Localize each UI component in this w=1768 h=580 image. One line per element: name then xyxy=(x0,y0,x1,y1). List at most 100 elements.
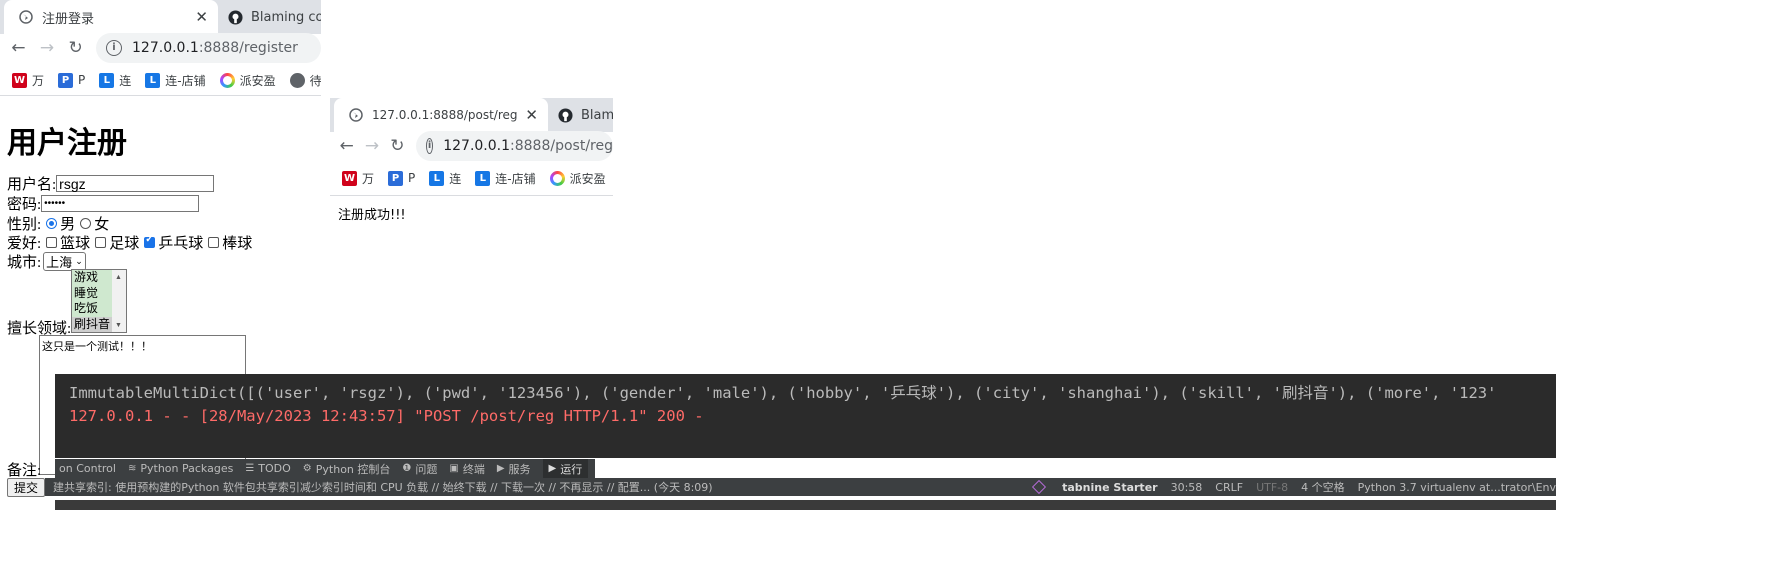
username-input[interactable]: rsgz xyxy=(56,175,215,192)
bookmark-globe-icon xyxy=(289,72,305,88)
hobby-pingpong-checkbox[interactable] xyxy=(144,234,156,248)
status-interpreter[interactable]: Python 3.7 virtualenv at...trator\Env xyxy=(1358,481,1556,494)
layers-icon: ≋ xyxy=(127,463,137,474)
status-position[interactable]: 30:58 xyxy=(1171,481,1203,494)
browser-window-result: 127.0.0.1:8888/post/reg ✕ Blamin ← → ↻ i… xyxy=(330,98,613,198)
bookmark-item[interactable]: L 连-店铺 xyxy=(145,72,206,89)
services-icon: ▶ xyxy=(496,463,505,474)
status-indent[interactable]: 4 个空格 xyxy=(1301,479,1345,495)
bookmark-ring-icon xyxy=(549,170,565,186)
bookmark-l-icon: L xyxy=(475,170,491,186)
scroll-up-icon[interactable]: ▲ xyxy=(115,273,122,281)
bookmark-item[interactable]: W万 xyxy=(12,72,44,89)
status-right: tabnine Starter 30:58 CRLF UTF-8 4 个空格 P… xyxy=(1008,479,1556,495)
terminal-icon: ▣ xyxy=(449,463,459,474)
tool-services[interactable]: ▶ 服务 xyxy=(497,461,531,477)
bookmark-item[interactable]: L连 xyxy=(429,170,461,187)
github-icon xyxy=(558,107,573,123)
bookmark-item[interactable]: 待 xyxy=(289,72,321,89)
tab-title: Blamin xyxy=(581,107,613,123)
skill-listbox[interactable]: 游戏 睡觉 吃饭 刷抖音 ▲ ▼ xyxy=(71,269,127,333)
bookmark-item[interactable]: 派安盈 xyxy=(219,72,276,89)
bookmark-item[interactable]: W万 xyxy=(342,170,374,187)
hobby-basketball-checkbox[interactable] xyxy=(46,237,58,248)
browser-window-register: 注册登录 ✕ Blaming code ← → ↻ i 127.0.0.1:88… xyxy=(0,0,322,96)
info-icon[interactable]: i xyxy=(425,138,434,154)
submit-button[interactable]: 提交 xyxy=(7,478,45,497)
back-icon[interactable]: ← xyxy=(4,38,33,58)
tool-run[interactable]: ▶ 运行 xyxy=(542,459,589,478)
bookmarks-bar: W万 PP L连 L 连-店铺 派安盈 xyxy=(342,165,613,191)
notes-row: 备注: xyxy=(7,459,41,480)
run-icon: ▶ xyxy=(548,463,557,474)
skill-option[interactable]: 睡觉 xyxy=(72,285,112,301)
list-icon: ☰ xyxy=(245,463,255,474)
tab-title: 注册登录 xyxy=(42,11,95,27)
hobby-pingpong-label: 乒乓球 xyxy=(158,236,204,252)
tool-python-console[interactable]: ⚙ Python 控制台 xyxy=(303,461,391,477)
bookmark-w-icon: W xyxy=(342,170,357,186)
hobby-football-label: 足球 xyxy=(109,236,140,252)
github-icon xyxy=(228,9,243,25)
skill-option[interactable]: 游戏 xyxy=(72,270,112,286)
gender-male-radio[interactable] xyxy=(46,218,58,229)
skill-option[interactable]: 刷抖音 xyxy=(72,316,112,332)
address-bar[interactable]: i 127.0.0.1:8888/post/reg xyxy=(415,131,613,161)
listbox-scrollbar[interactable]: ▲ ▼ xyxy=(112,270,126,332)
hobby-baseball-label: 棒球 xyxy=(222,236,253,252)
close-icon[interactable]: ✕ xyxy=(195,8,208,26)
address-path: :8888/register xyxy=(198,40,298,56)
bookmark-l-icon: L xyxy=(99,72,115,88)
address-bar[interactable]: i 127.0.0.1:8888/register xyxy=(96,33,322,63)
hobby-football-checkbox[interactable] xyxy=(95,237,107,248)
tool-terminal[interactable]: ▣ 终端 xyxy=(449,461,484,477)
back-icon[interactable]: ← xyxy=(334,136,359,156)
bookmark-l-icon: L xyxy=(145,72,161,88)
bookmark-p-icon: P xyxy=(58,72,74,88)
hobby-label: 爱好: xyxy=(7,236,42,252)
forward-icon[interactable]: → xyxy=(33,38,62,58)
reload-icon[interactable]: ↻ xyxy=(385,136,410,156)
address-host: 127.0.0.1 xyxy=(443,138,511,154)
bookmark-item[interactable]: 派安盈 xyxy=(549,170,606,187)
info-icon[interactable]: i xyxy=(106,40,123,56)
chevron-down-icon: ⌄ xyxy=(75,256,83,266)
tabnine-widget[interactable]: tabnine Starter xyxy=(1021,479,1158,495)
bookmark-item[interactable]: PP xyxy=(58,72,85,88)
bookmark-p-icon: P xyxy=(388,170,404,186)
bookmark-item[interactable]: PP xyxy=(388,170,415,186)
username-row: 用户名: rsgz xyxy=(7,173,215,194)
ide-status-bar: 建共享索引: 使用预构建的Python 软件包共享索引减少索引时间和 CPU 负… xyxy=(45,478,1556,496)
scroll-down-icon[interactable]: ▼ xyxy=(115,321,122,329)
bookmarks-bar: W万 PP L连 L 连-店铺 派安盈 待 xyxy=(12,67,321,93)
forward-icon[interactable]: → xyxy=(359,136,384,156)
status-encoding[interactable]: UTF-8 xyxy=(1256,481,1288,494)
tool-todo[interactable]: ☰ TODO xyxy=(245,462,290,475)
gender-label: 性别: xyxy=(7,217,42,233)
page-divider xyxy=(330,195,613,196)
tab-title: 127.0.0.1:8888/post/reg xyxy=(372,108,518,122)
tool-problems[interactable]: ❶ 问题 xyxy=(402,461,437,477)
reload-icon[interactable]: ↻ xyxy=(61,38,90,58)
status-line-ending[interactable]: CRLF xyxy=(1215,481,1243,494)
run-console[interactable]: ImmutableMultiDict([('user', 'rsgz'), ('… xyxy=(55,374,1556,458)
globe-icon xyxy=(348,107,364,123)
gender-female-radio[interactable] xyxy=(80,218,92,229)
page-divider xyxy=(0,95,321,96)
tool-python-packages[interactable]: ≋ Python Packages xyxy=(128,462,233,475)
nav-bar: ← → ↻ i 127.0.0.1:8888/post/reg xyxy=(330,126,613,166)
password-input[interactable]: •••••• xyxy=(41,195,200,212)
city-selected-value: 上海 xyxy=(46,255,73,270)
hobby-baseball-checkbox[interactable] xyxy=(208,237,220,248)
nav-bar: ← → ↻ i 127.0.0.1:8888/register xyxy=(0,28,322,68)
status-message[interactable]: 建共享索引: 使用预构建的Python 软件包共享索引减少索引时间和 CPU 负… xyxy=(45,479,1008,495)
page-title: 用户注册 xyxy=(7,126,127,161)
bookmark-item[interactable]: L 连-店铺 xyxy=(475,170,536,187)
skill-option[interactable]: 吃饭 xyxy=(72,301,112,317)
bookmark-item[interactable]: L连 xyxy=(99,72,131,89)
close-icon[interactable]: ✕ xyxy=(525,106,538,124)
console-line-form-data: ImmutableMultiDict([('user', 'rsgz'), ('… xyxy=(69,384,1497,402)
gender-female-label: 女 xyxy=(94,217,110,233)
globe-icon xyxy=(18,9,34,25)
tool-version-control[interactable]: on Control xyxy=(59,462,116,475)
